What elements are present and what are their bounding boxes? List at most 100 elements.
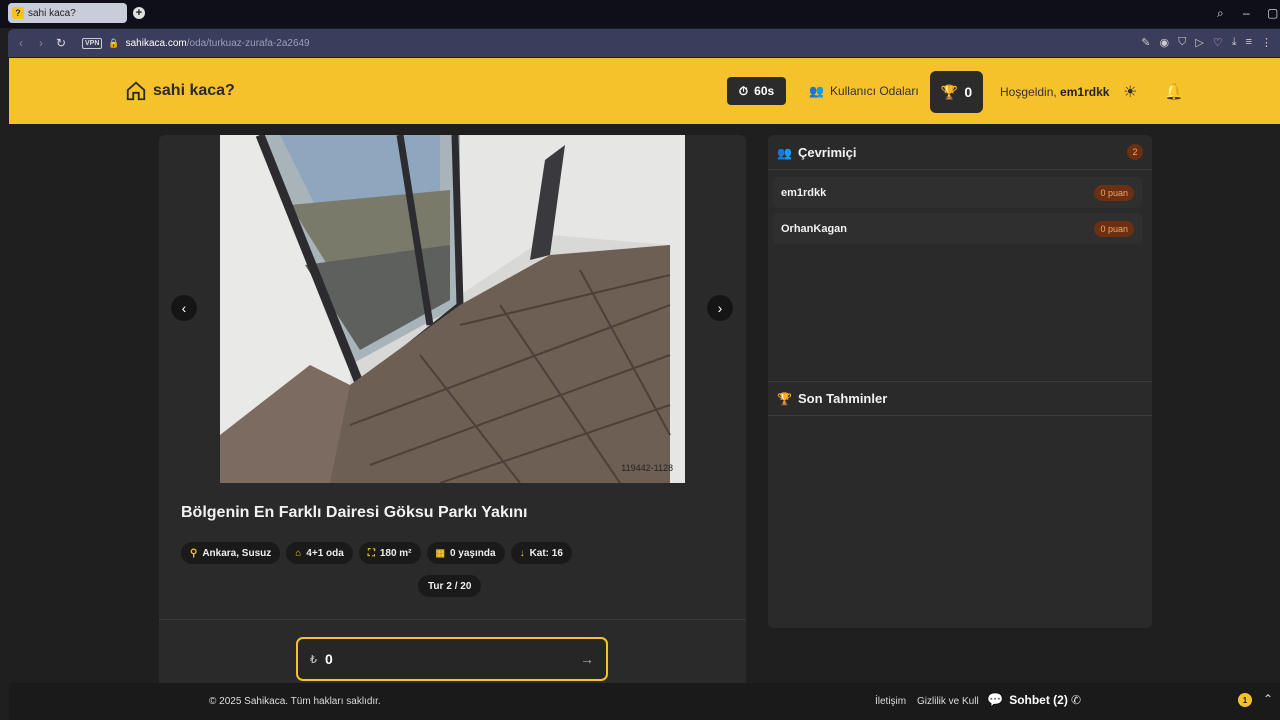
site-footer: © 2025 Sahikaca. Tüm hakları saklıdır. İ… [9,683,1280,720]
welcome-text[interactable]: Hoşgeldin, em1rdkk [1000,85,1109,99]
chip-label: 0 yaşında [449,547,496,559]
menu-icon[interactable]: ≡ [1246,36,1252,49]
score-value: 0 [964,84,973,100]
url-host: sahikaca.com [125,37,187,49]
online-user-row[interactable]: OrhanKagan 0 puan [773,213,1142,244]
address-bar: ‹ › ↻ VPN 🔒 sahikaca.com/oda/turkuaz-zur… [8,29,1280,57]
floor-chip: ↓ Kat: 16 [510,542,572,564]
bell-icon[interactable]: 🔔 [1164,82,1184,102]
divider [768,169,1152,170]
listing-features: ⚲ Ankara, Susuz ⌂ 4+1 oda ⛶ 180 m² ▦ 0 yaşın… [181,542,572,564]
site-header: sahi kaca? ⏱ 60s 👥 Kullanıcı Odaları 🏆 0… [9,58,1280,124]
sun-icon[interactable]: ☀ [1123,82,1137,102]
contact-link[interactable]: İletişim [875,696,906,707]
guess-input[interactable] [325,651,555,667]
edit-icon[interactable]: ✎ [1141,36,1150,49]
arrow-down-icon: ↓ [519,547,525,559]
browser-tab-bar: ? sahi kaca? + ⌕ – ▢ [0,0,1280,28]
chip-label: Kat: 16 [529,547,563,559]
camera-icon[interactable]: ◉ [1160,36,1170,49]
tab-title: sahi kaca? [28,7,76,19]
shield-icon[interactable]: ⛉ [1178,36,1186,49]
area-icon: ⛶ [367,547,375,559]
stopwatch-icon: ⏱ [738,83,749,98]
photo-watermark: 119442-1128 [621,463,673,473]
round-indicator: Tur 2 / 20 [418,575,482,597]
online-header: 👥 Çevrimiçi [777,145,857,160]
side-panel: 👥 Çevrimiçi 2 em1rdkk 0 puan OrhanKagan … [768,135,1152,628]
online-count-badge: 2 [1127,144,1143,160]
building-icon: ▦ [435,547,445,559]
next-photo-button[interactable]: › [707,295,733,321]
home-icon [126,81,146,101]
divider [159,619,746,620]
score-badge[interactable]: 🏆 0 [930,71,983,113]
site: sahi kaca? ⏱ 60s 👥 Kullanıcı Odaları 🏆 0… [9,57,1280,720]
heart-icon[interactable]: ♡ [1213,36,1223,49]
prev-photo-button[interactable]: ‹ [171,295,197,321]
submit-arrow-icon[interactable]: → [580,651,594,667]
search-icon[interactable]: ⌕ [1217,6,1224,21]
url-path: /oda/turkuaz-zurafa-2a2649 [186,37,310,49]
chat-label: Sohbet (2) [1009,693,1068,707]
guess-form: ₺ → [296,637,608,681]
users-icon: 👥 [777,145,792,160]
logo-text: sahi kaca? [153,82,235,99]
online-user-name: em1rdkk [781,186,827,199]
more-icon[interactable]: ⋮ [1261,36,1272,49]
round-prefix: Tur [428,580,444,592]
trophy-icon: 🏆 [940,83,959,100]
timer-value: 60s [754,84,775,98]
notification-badge[interactable]: 1 [1238,693,1252,707]
vpn-badge[interactable]: VPN [82,37,103,49]
favicon-icon: ? [12,7,24,19]
download-icon[interactable]: ⤓ [1232,36,1237,49]
trophy-icon: 🏆 [777,391,792,406]
user-rooms-label: Kullanıcı Odaları [829,84,919,98]
room-photo-illustration [220,135,685,483]
back-icon[interactable]: ‹ [14,36,28,50]
chip-label: Ankara, Susuz [202,547,272,559]
url-field[interactable]: sahikaca.com/oda/turkuaz-zurafa-2a2649 [126,38,310,49]
map-pin-icon: ⚲ [190,547,198,559]
listing-card: 119442-1128 ‹ › Bölgenin En Farklı Daire… [159,135,746,695]
phone-icon[interactable]: ✆ [1071,693,1081,707]
chip-label: 4+1 oda [306,547,344,559]
area-chip: ⛶ 180 m² [358,542,421,564]
browser-tab[interactable]: ? sahi kaca? [8,3,127,23]
welcome-prefix: Hoşgeldin, [1000,85,1057,99]
privacy-link[interactable]: Gizlilik ve Kull [917,696,979,707]
online-user-row[interactable]: em1rdkk 0 puan [773,177,1142,208]
timer-badge: ⏱ 60s [727,77,786,105]
chip-label: 180 m² [379,547,412,559]
divider [768,381,1152,382]
users-icon: 👥 [809,84,824,98]
listing-photo: 119442-1128 [220,135,685,483]
logo[interactable]: sahi kaca? [125,80,235,102]
reload-icon[interactable]: ↻ [54,36,68,50]
chat-icon: 💬 [987,692,1004,707]
maximize-icon[interactable]: ▢ [1267,6,1278,20]
copyright-text: © 2025 Sahikaca. Tüm hakları saklıdır. [209,696,381,707]
chevron-up-icon[interactable]: ⌃ [1263,692,1273,706]
points-badge: 0 puan [1094,184,1134,201]
lock-icon[interactable]: 🔒 [108,38,119,49]
user-rooms-link[interactable]: 👥 Kullanıcı Odaları [809,84,919,98]
divider [768,415,1152,416]
forward-icon[interactable]: › [34,36,48,50]
round-value: 2 / 20 [446,580,472,592]
rooms-chip: ⌂ 4+1 oda [286,542,353,564]
new-tab-button[interactable]: + [133,7,145,19]
currency-symbol: ₺ [310,653,317,666]
age-chip: ▦ 0 yaşında [426,542,505,564]
minimize-icon[interactable]: – [1243,6,1250,20]
home-icon: ⌂ [295,547,302,559]
location-chip: ⚲ Ankara, Susuz [181,542,281,564]
username: em1rdkk [1060,85,1110,99]
toolbar-icons: ✎ ◉ ⛉ ▷ ♡ ⤓ ≡ ⋮ [1141,36,1272,49]
play-icon[interactable]: ▷ [1195,36,1203,49]
recent-guesses-header: 🏆 Son Tahminler [777,391,887,406]
online-user-name: OrhanKagan [781,222,848,235]
chat-button[interactable]: 💬 Sohbet (2) [987,692,1068,708]
recent-guesses-title: Son Tahminler [797,391,888,406]
